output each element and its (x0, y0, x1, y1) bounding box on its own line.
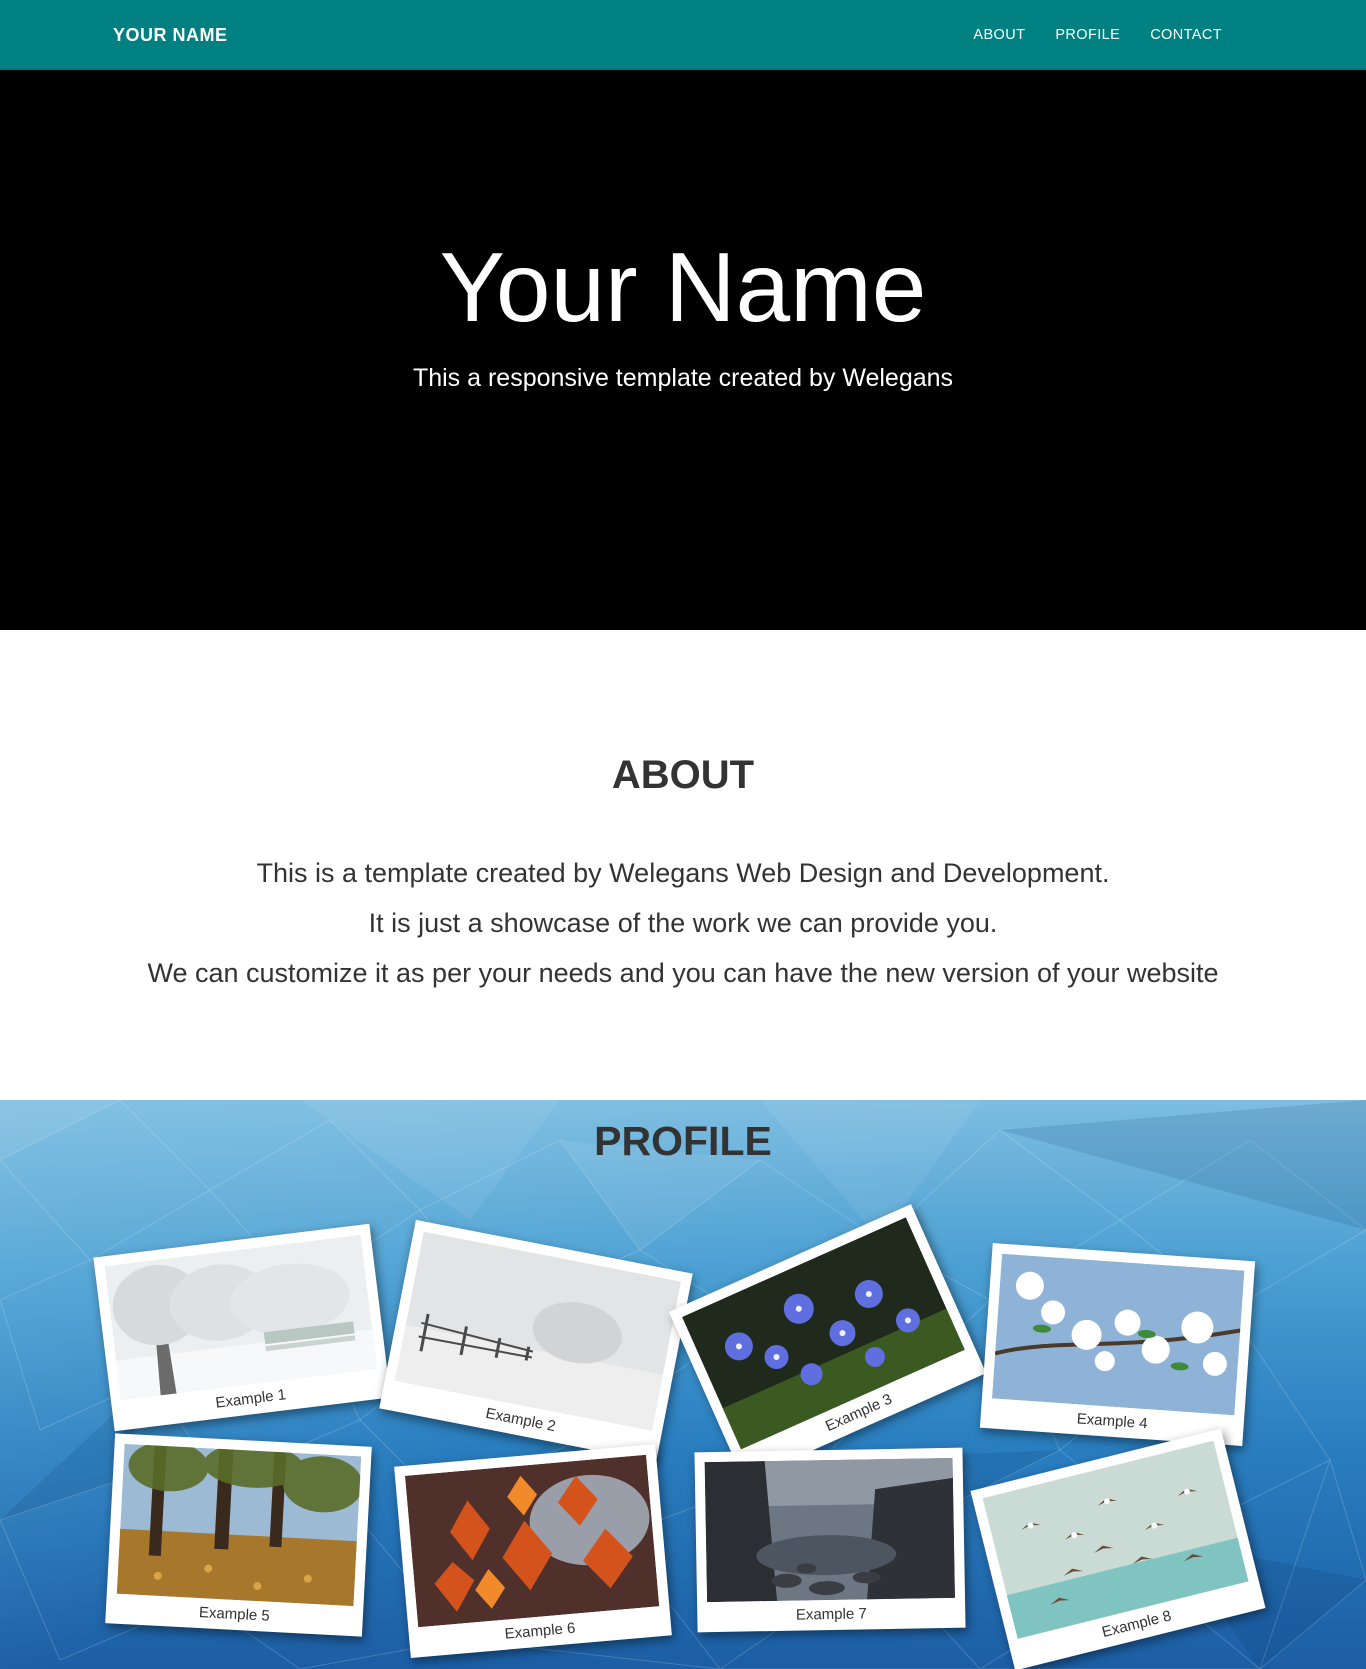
about-line: This is a template created by Welegans W… (256, 858, 1110, 888)
photo-autumn-park (116, 1443, 362, 1607)
about-section: ABOUT This is a template created by Wele… (0, 630, 1366, 1100)
photo-card[interactable]: Example 4 (979, 1243, 1256, 1446)
hero-section: Your Name This a responsive template cre… (0, 70, 1366, 630)
photo-card[interactable]: Example 5 (105, 1433, 372, 1637)
about-line: We can customize it as per your needs an… (147, 958, 1219, 988)
nav-links: ABOUT PROFILE CONTACT (958, 0, 1237, 70)
photo-red-leaves (404, 1454, 660, 1628)
navbar: YOUR NAME ABOUT PROFILE CONTACT (0, 0, 1366, 70)
nav-profile[interactable]: PROFILE (1040, 0, 1135, 70)
brand-link[interactable]: YOUR NAME (113, 0, 228, 70)
photo-card[interactable]: Example 6 (394, 1443, 672, 1659)
hero-title: Your Name (439, 232, 927, 342)
photo-card[interactable]: Example 7 (694, 1447, 966, 1633)
about-line: It is just a showcase of the work we can… (368, 908, 998, 938)
photo-white-blossoms (991, 1253, 1245, 1416)
nav-about[interactable]: ABOUT (958, 0, 1040, 70)
nav-contact[interactable]: CONTACT (1135, 0, 1237, 70)
hero-subtitle: This a responsive template created by We… (412, 364, 954, 392)
profile-section: PROFILE Example 1 Example 2 Example 3 Ex… (0, 1100, 1366, 1669)
about-heading: ABOUT (611, 753, 755, 797)
photo-rocky-shore (704, 1457, 956, 1603)
photo-card[interactable]: Example 1 (93, 1223, 391, 1432)
profile-heading: PROFILE (594, 1118, 772, 1164)
photo-caption: Example 7 (795, 1605, 867, 1624)
about-text: This is a template created by Welegans W… (0, 848, 1366, 998)
